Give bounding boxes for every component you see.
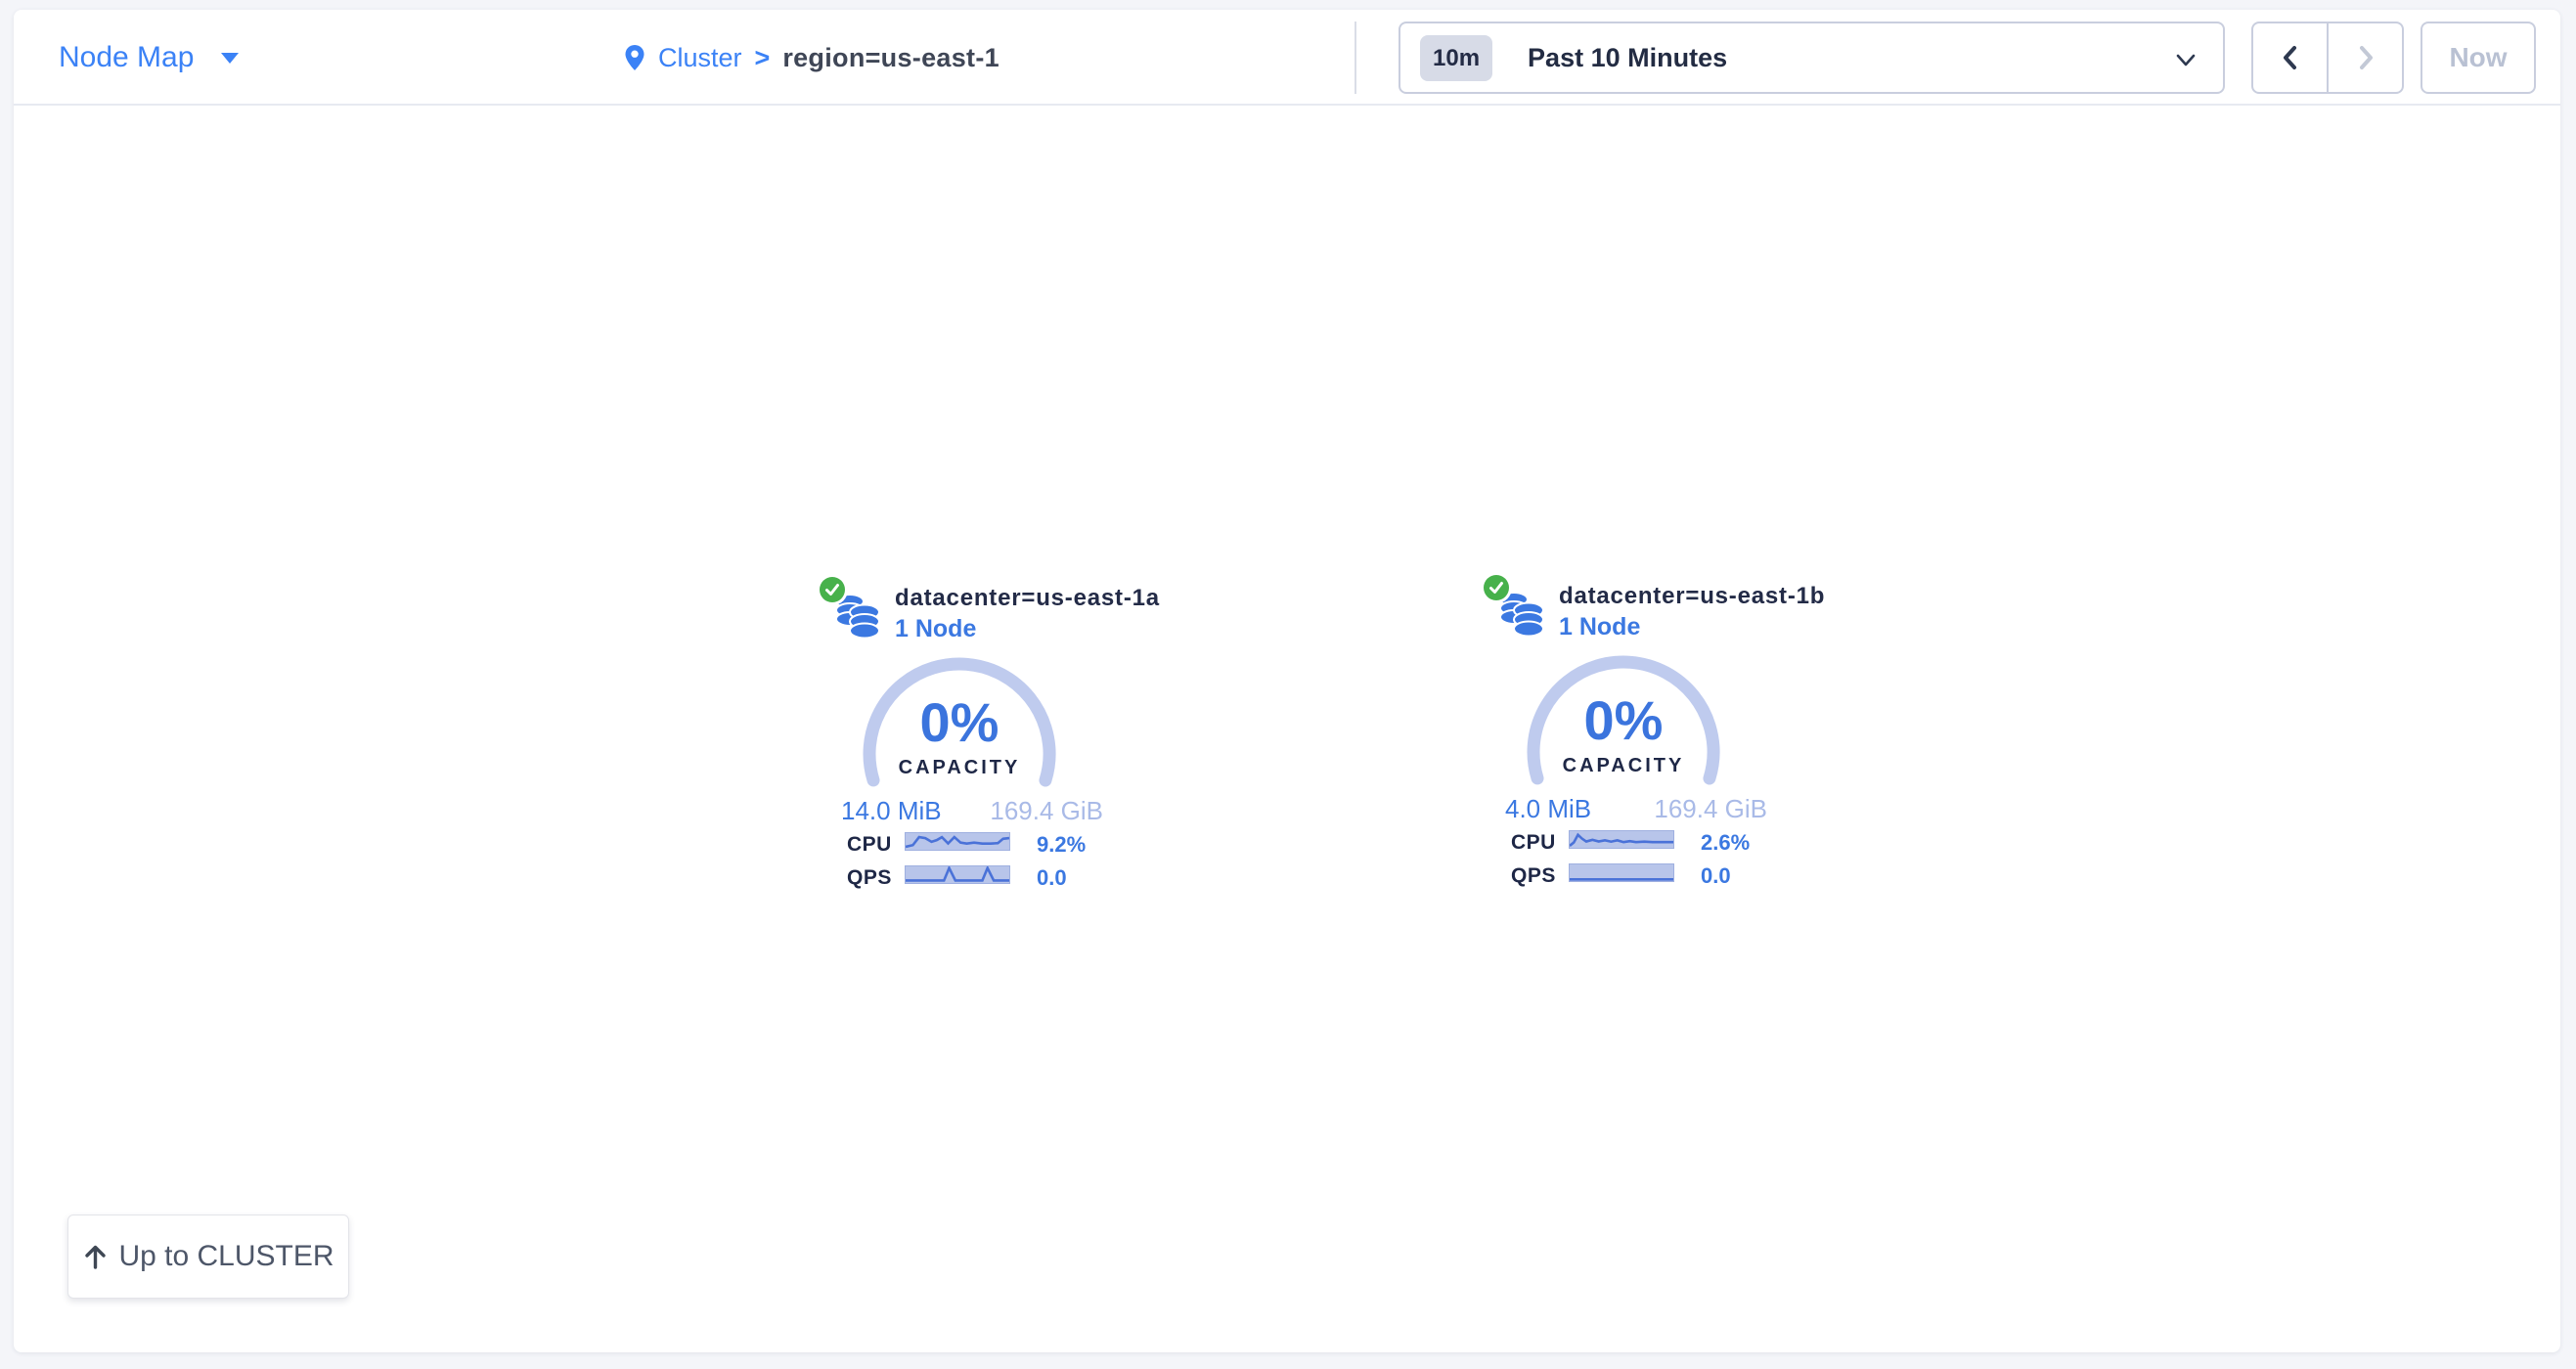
metric-row-qps: QPS 0.0 xyxy=(847,865,1091,885)
capacity-percent: 0% xyxy=(1526,688,1721,752)
time-next-button[interactable] xyxy=(2329,23,2402,92)
header-divider xyxy=(1355,22,1356,94)
metric-row-cpu: CPU 2.6% xyxy=(1511,830,1755,850)
qps-sparkline xyxy=(905,865,1010,884)
metric-value: 9.2% xyxy=(1037,832,1086,858)
capacity-used: 4.0 MiB xyxy=(1505,794,1591,824)
datacenter-node-count: 1 Node xyxy=(895,615,976,643)
metric-row-qps: QPS 0.0 xyxy=(1511,863,1755,883)
check-circle-icon xyxy=(1484,575,1509,600)
chevron-right-icon xyxy=(2353,43,2378,72)
capacity-label: CAPACITY xyxy=(862,757,1057,779)
capacity-total: 169.4 GiB xyxy=(990,796,1103,826)
time-window-label: Past 10 Minutes xyxy=(1528,43,1727,73)
datacenter-card-us-east-1b[interactable]: datacenter=us-east-1b 1 Node 0% CAPACITY… xyxy=(1484,570,1769,897)
metric-label: QPS xyxy=(1511,864,1556,888)
now-button[interactable]: Now xyxy=(2421,22,2536,94)
cpu-sparkline xyxy=(905,832,1010,851)
up-to-cluster-button[interactable]: Up to CLUSTER xyxy=(67,1214,349,1299)
metric-row-cpu: CPU 9.2% xyxy=(847,832,1091,852)
breadcrumb-current-region: region=us-east-1 xyxy=(782,43,999,73)
capacity-label: CAPACITY xyxy=(1526,755,1721,777)
qps-sparkline xyxy=(1569,863,1674,882)
breadcrumb-link-cluster[interactable]: Cluster xyxy=(658,43,742,73)
capacity-used: 14.0 MiB xyxy=(841,796,942,826)
map-pin-icon xyxy=(624,44,645,72)
capacity-values: 4.0 MiB 169.4 GiB xyxy=(1484,794,1769,824)
datacenter-name: datacenter=us-east-1b xyxy=(1559,583,1825,610)
breadcrumb: Cluster > region=us-east-1 xyxy=(624,10,999,106)
cpu-sparkline xyxy=(1569,830,1674,849)
metric-label: QPS xyxy=(847,866,892,890)
header-bar: Node Map Cluster > region=us-east-1 10m … xyxy=(14,10,2560,106)
capacity-gauge: 0% CAPACITY xyxy=(862,657,1057,790)
breadcrumb-separator: > xyxy=(755,43,771,73)
metric-label: CPU xyxy=(1511,831,1556,855)
up-to-cluster-label: Up to CLUSTER xyxy=(118,1240,333,1273)
capacity-percent: 0% xyxy=(862,690,1057,754)
view-selector-dropdown[interactable]: Node Map xyxy=(59,10,239,106)
time-prev-button[interactable] xyxy=(2253,23,2329,92)
check-circle-icon xyxy=(820,577,845,602)
metric-label: CPU xyxy=(847,833,892,857)
time-window-badge: 10m xyxy=(1420,35,1492,81)
caret-down-icon xyxy=(221,53,239,64)
datacenter-name: datacenter=us-east-1a xyxy=(895,585,1160,612)
arrow-up-icon xyxy=(82,1243,109,1270)
chevron-left-icon xyxy=(2278,43,2303,72)
chevron-down-icon xyxy=(2174,49,2198,70)
metric-value: 2.6% xyxy=(1701,830,1750,856)
metric-value: 0.0 xyxy=(1701,863,1731,889)
datacenter-node-count: 1 Node xyxy=(1559,613,1640,641)
view-selector-label: Node Map xyxy=(59,41,194,74)
capacity-values: 14.0 MiB 169.4 GiB xyxy=(820,796,1105,826)
time-window-dropdown[interactable]: 10m Past 10 Minutes xyxy=(1399,22,2225,94)
node-map-panel: Node Map Cluster > region=us-east-1 10m … xyxy=(14,10,2560,1352)
datacenter-card-us-east-1a[interactable]: datacenter=us-east-1a 1 Node 0% CAPACITY… xyxy=(820,572,1105,899)
time-nav-group xyxy=(2251,22,2404,94)
capacity-total: 169.4 GiB xyxy=(1654,794,1767,824)
metric-value: 0.0 xyxy=(1037,865,1067,891)
capacity-gauge: 0% CAPACITY xyxy=(1526,655,1721,788)
